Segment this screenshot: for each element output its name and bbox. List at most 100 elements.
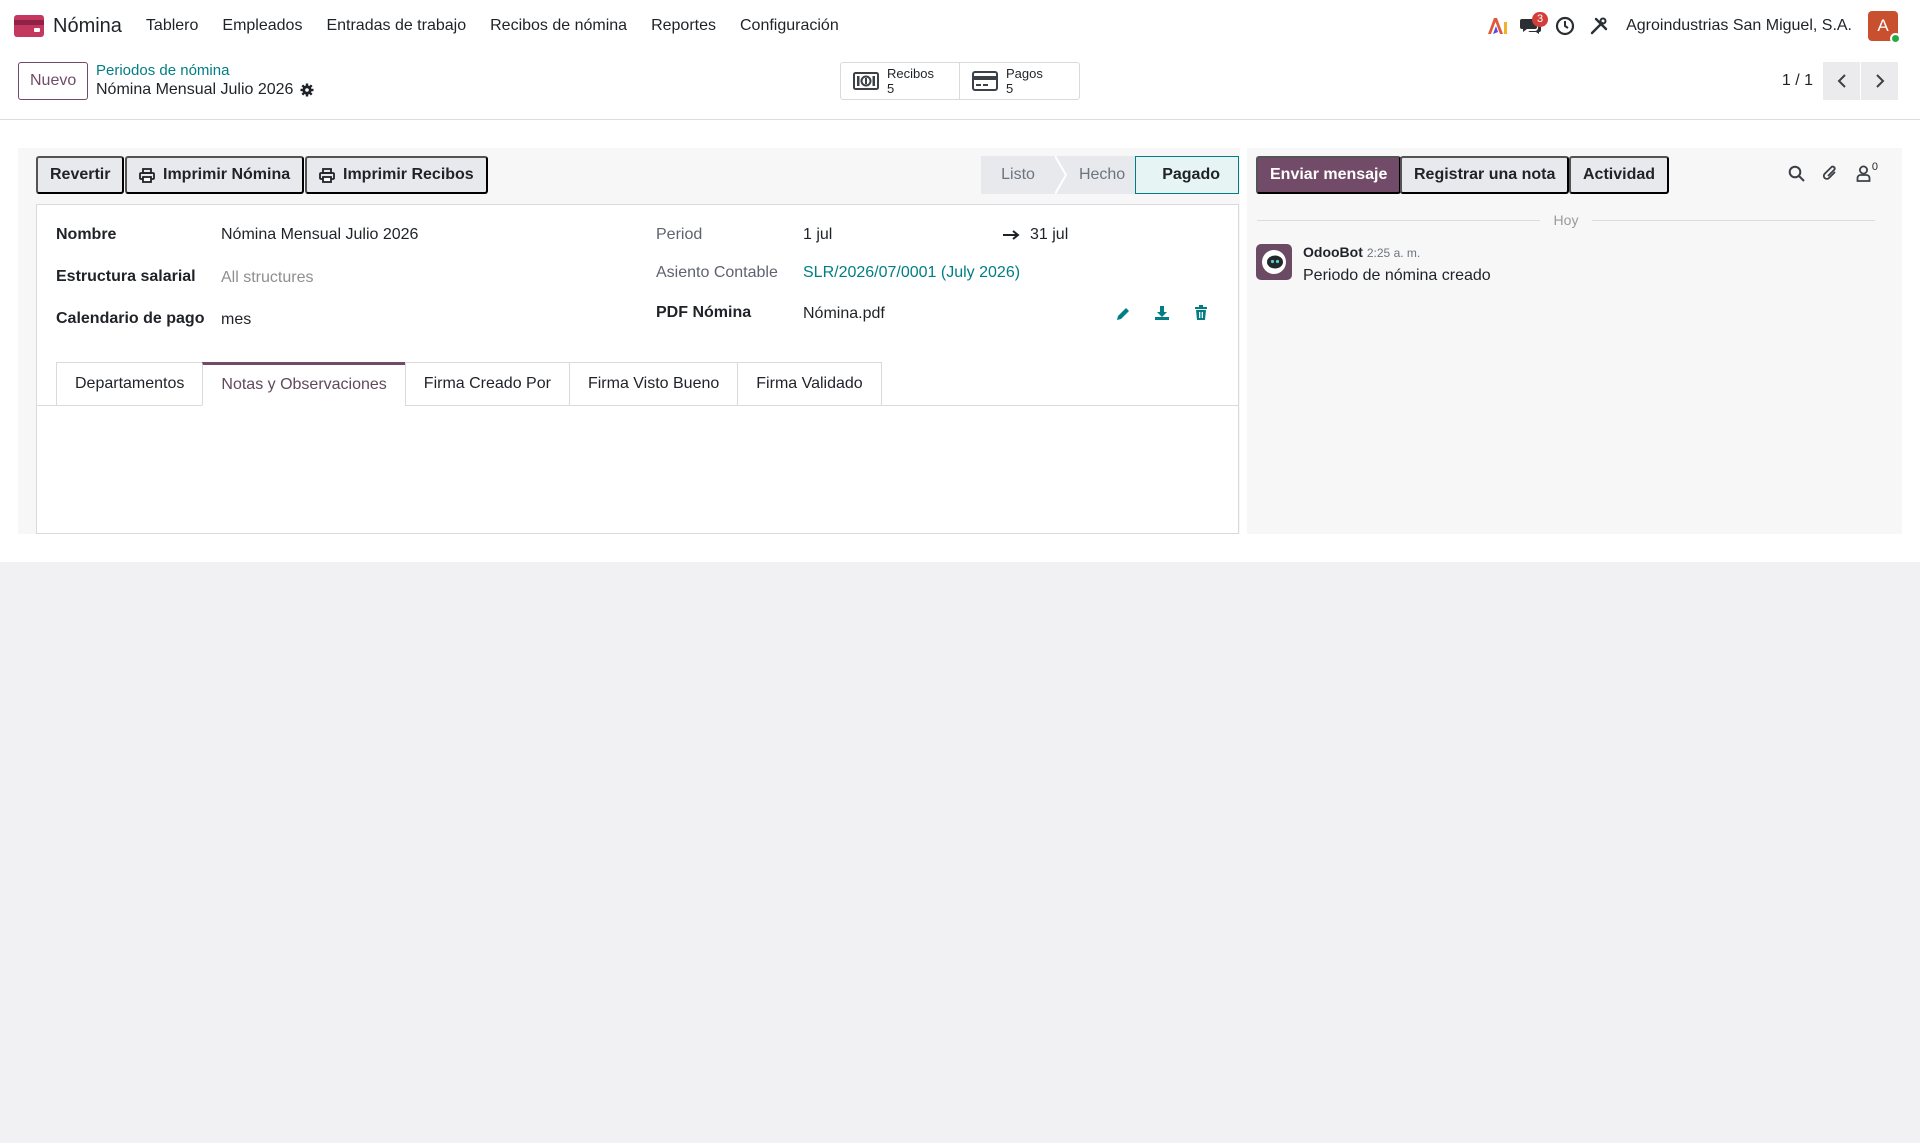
breadcrumb-parent[interactable]: Periodos de nómina xyxy=(96,62,229,79)
smart-buttons: Recibos 5 Pagos 5 xyxy=(840,62,1080,100)
bot-face-icon xyxy=(1262,250,1286,274)
print-receipts-button[interactable]: Imprimir Recibos xyxy=(305,156,488,194)
clock-icon[interactable] xyxy=(1548,0,1582,52)
log-note-button[interactable]: Registrar una nota xyxy=(1400,156,1570,194)
menu-empleados[interactable]: Empleados xyxy=(210,17,314,35)
accounting-entry-label: Asiento Contable xyxy=(656,264,778,281)
notebook-tabs: Departamentos Notas y Observaciones Firm… xyxy=(56,362,882,406)
menu-recibos-de-nomina[interactable]: Recibos de nómina xyxy=(478,17,639,35)
tab-notas-y-observaciones[interactable]: Notas y Observaciones xyxy=(202,362,405,406)
payments-text: Pagos 5 xyxy=(1006,66,1043,96)
tab-firma-creado-label: Firma Creado Por xyxy=(423,375,551,392)
stage-separator xyxy=(1054,156,1067,194)
menu-configuracion[interactable]: Configuración xyxy=(728,17,851,35)
message-author-name[interactable]: OdooBot xyxy=(1303,244,1363,260)
tab-departamentos-label: Departamentos xyxy=(75,375,185,392)
pager: 1 / 1 xyxy=(1782,62,1898,100)
pager-next-button[interactable] xyxy=(1861,62,1898,100)
online-status-dot xyxy=(1890,33,1901,44)
stage-listo[interactable]: Listo xyxy=(981,156,1055,194)
trash-icon[interactable] xyxy=(1194,305,1208,321)
pdf-payroll-filename[interactable]: Nómina.pdf xyxy=(803,305,885,323)
tab-firma-visto-bueno[interactable]: Firma Visto Bueno xyxy=(568,362,738,406)
salary-structure-label: Estructura salarial xyxy=(56,268,196,285)
tab-firma-visto-label: Firma Visto Bueno xyxy=(587,375,720,392)
followers-count: 0 xyxy=(1871,160,1878,173)
message-timestamp: 2:25 a. m. xyxy=(1366,246,1421,260)
pdf-payroll-label: PDF Nómina xyxy=(656,304,752,321)
breadcrumb-current: Nómina Mensual Julio 2026 xyxy=(96,81,314,99)
revert-button[interactable]: Revertir xyxy=(36,156,125,194)
pay-calendar-field[interactable]: mes xyxy=(221,311,251,329)
chatter-toolbar-icons: 0 xyxy=(1788,161,1878,182)
receipts-label: Recibos xyxy=(887,66,934,81)
paperclip-icon[interactable] xyxy=(1822,164,1839,182)
menu-tablero[interactable]: Tablero xyxy=(134,17,210,35)
odoobot-avatar[interactable] xyxy=(1256,244,1292,280)
control-panel: Nuevo Periodos de nómina Nómina Mensual … xyxy=(0,52,1920,120)
app-name[interactable]: Nómina xyxy=(53,15,122,38)
message-body: Periodo de nómina creado xyxy=(1303,267,1491,284)
pager-value[interactable]: 1 / 1 xyxy=(1782,72,1813,90)
download-icon[interactable] xyxy=(1154,305,1170,321)
arrow-right-icon xyxy=(1003,230,1020,240)
pager-previous-button[interactable] xyxy=(1823,62,1860,100)
pay-calendar-label: Calendario de pago xyxy=(56,310,205,327)
search-icon[interactable] xyxy=(1788,165,1805,182)
tab-firma-creado-por[interactable]: Firma Creado Por xyxy=(404,362,569,406)
activity-button[interactable]: Actividad xyxy=(1569,156,1670,194)
period-end-field[interactable]: 31 jul xyxy=(1030,226,1068,244)
money-icon xyxy=(853,72,879,90)
chevron-right-icon xyxy=(1875,74,1884,88)
name-field[interactable]: Nómina Mensual Julio 2026 xyxy=(221,226,418,244)
pencil-icon[interactable] xyxy=(1115,306,1131,322)
stage-pagado[interactable]: Pagado xyxy=(1135,156,1239,194)
receipts-smart-button[interactable]: Recibos 5 xyxy=(841,63,960,99)
name-label: Nombre xyxy=(56,226,117,243)
followers-button[interactable]: 0 xyxy=(1856,161,1878,182)
tab-firma-validado[interactable]: Firma Validado xyxy=(737,362,882,406)
send-message-button[interactable]: Enviar mensaje xyxy=(1256,156,1402,194)
payments-count: 5 xyxy=(1006,81,1014,96)
user-avatar[interactable]: A xyxy=(1868,11,1901,44)
printer-icon xyxy=(319,167,335,183)
stage-hecho-label: Hecho xyxy=(1078,166,1126,183)
gear-icon[interactable] xyxy=(300,83,314,97)
day-separator: Hoy xyxy=(1257,212,1875,228)
tab-notas-label: Notas y Observaciones xyxy=(221,376,387,393)
period-label: Period xyxy=(656,226,703,243)
menu-reportes[interactable]: Reportes xyxy=(639,17,728,35)
ai-assistant-icon[interactable] xyxy=(1480,0,1514,52)
receipts-count: 5 xyxy=(887,81,895,96)
credit-card-icon xyxy=(972,71,998,91)
tools-icon[interactable] xyxy=(1582,0,1616,52)
content-area: Revertir Imprimir Nómina Imprimir Recibo… xyxy=(0,120,1920,562)
print-payroll-button[interactable]: Imprimir Nómina xyxy=(125,156,305,194)
company-switcher[interactable]: Agroindustrias San Miguel, S.A. xyxy=(1626,17,1852,35)
menu-entradas-de-trabajo[interactable]: Entradas de trabajo xyxy=(314,17,478,35)
stage-pipeline: Listo Hecho Pagado xyxy=(981,156,1239,194)
chat-icon[interactable]: 3 xyxy=(1514,0,1549,52)
salary-structure-field[interactable]: All structures xyxy=(221,269,313,287)
payments-label: Pagos xyxy=(1006,66,1043,81)
avatar-letter: A xyxy=(1877,16,1889,35)
payroll-app-icon[interactable] xyxy=(14,15,44,37)
chatter-panel: Enviar mensaje Registrar una nota Activi… xyxy=(1247,148,1902,534)
chevron-left-icon xyxy=(1837,74,1846,88)
new-button[interactable]: Nuevo xyxy=(18,62,89,100)
breadcrumb-current-label: Nómina Mensual Julio 2026 xyxy=(96,81,294,98)
revert-button-label: Revertir xyxy=(50,166,111,183)
stage-hecho[interactable]: Hecho xyxy=(1066,156,1136,194)
payments-smart-button[interactable]: Pagos 5 xyxy=(960,63,1079,99)
period-start-field[interactable]: 1 jul xyxy=(803,226,832,244)
stage-pagado-label: Pagado xyxy=(1162,166,1220,183)
message-author: OdooBot 2:25 a. m. xyxy=(1303,244,1420,260)
user-icon xyxy=(1856,165,1871,182)
tab-departamentos[interactable]: Departamentos xyxy=(56,362,203,406)
top-navbar: Nómina Tablero Empleados Entradas de tra… xyxy=(0,0,1920,52)
accounting-entry-link[interactable]: SLR/2026/07/0001 (July 2026) xyxy=(803,264,1020,282)
printer-icon xyxy=(139,167,155,183)
tab-firma-validado-label: Firma Validado xyxy=(756,375,863,392)
day-separator-label: Hoy xyxy=(1553,212,1579,228)
chat-badge: 3 xyxy=(1531,12,1549,27)
